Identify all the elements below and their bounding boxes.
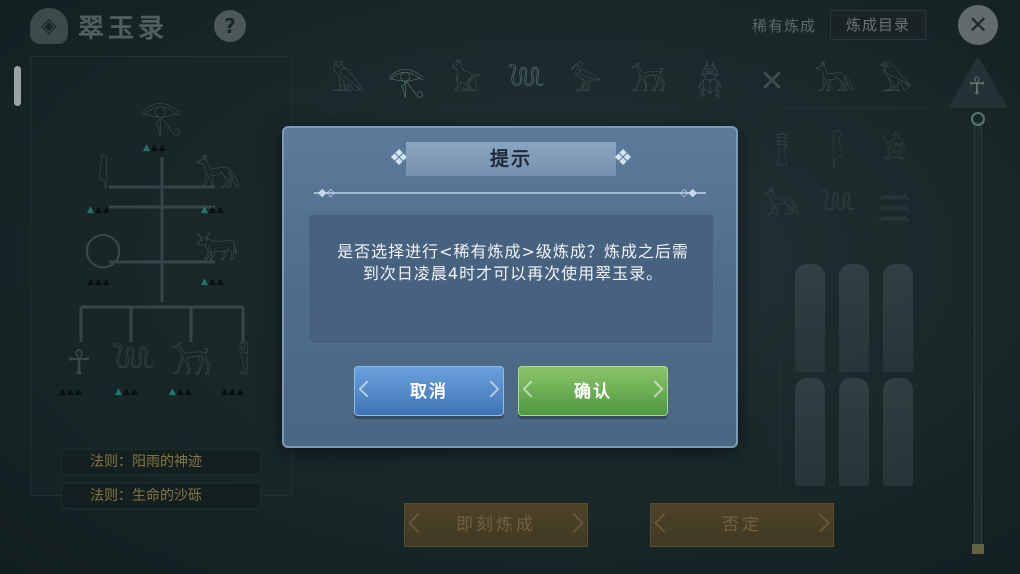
confirm-button-label: 确认 xyxy=(574,382,612,402)
confirm-button[interactable]: 确认 xyxy=(518,366,668,416)
chevron-left-icon xyxy=(522,380,540,398)
cancel-button[interactable]: 取消 xyxy=(354,366,504,416)
ornament-right-icon: ❖ xyxy=(613,146,633,171)
cancel-button-label: 取消 xyxy=(410,382,448,402)
chevron-left-icon xyxy=(358,380,376,398)
dialog-divider xyxy=(314,192,706,194)
chevron-right-icon xyxy=(646,380,664,398)
dialog-title: 提示 xyxy=(406,142,616,176)
dialog-message-box: 是否选择进行<稀有炼成>级炼成？炼成之后需到次日凌晨4时才可以再次使用翠玉录。 xyxy=(308,214,714,344)
dialog-message: 是否选择进行<稀有炼成>级炼成？炼成之后需到次日凌晨4时才可以再次使用翠玉录。 xyxy=(337,242,689,283)
divider-right-ornament-icon: ◇◆ xyxy=(680,186,697,199)
divider-left-ornament-icon: ◆◇ xyxy=(318,186,335,199)
chevron-right-icon xyxy=(482,380,500,398)
confirm-dialog: ❖ 提示 ❖ ◆◇ ◇◆ 是否选择进行<稀有炼成>级炼成？炼成之后需到次日凌晨4… xyxy=(282,126,738,448)
